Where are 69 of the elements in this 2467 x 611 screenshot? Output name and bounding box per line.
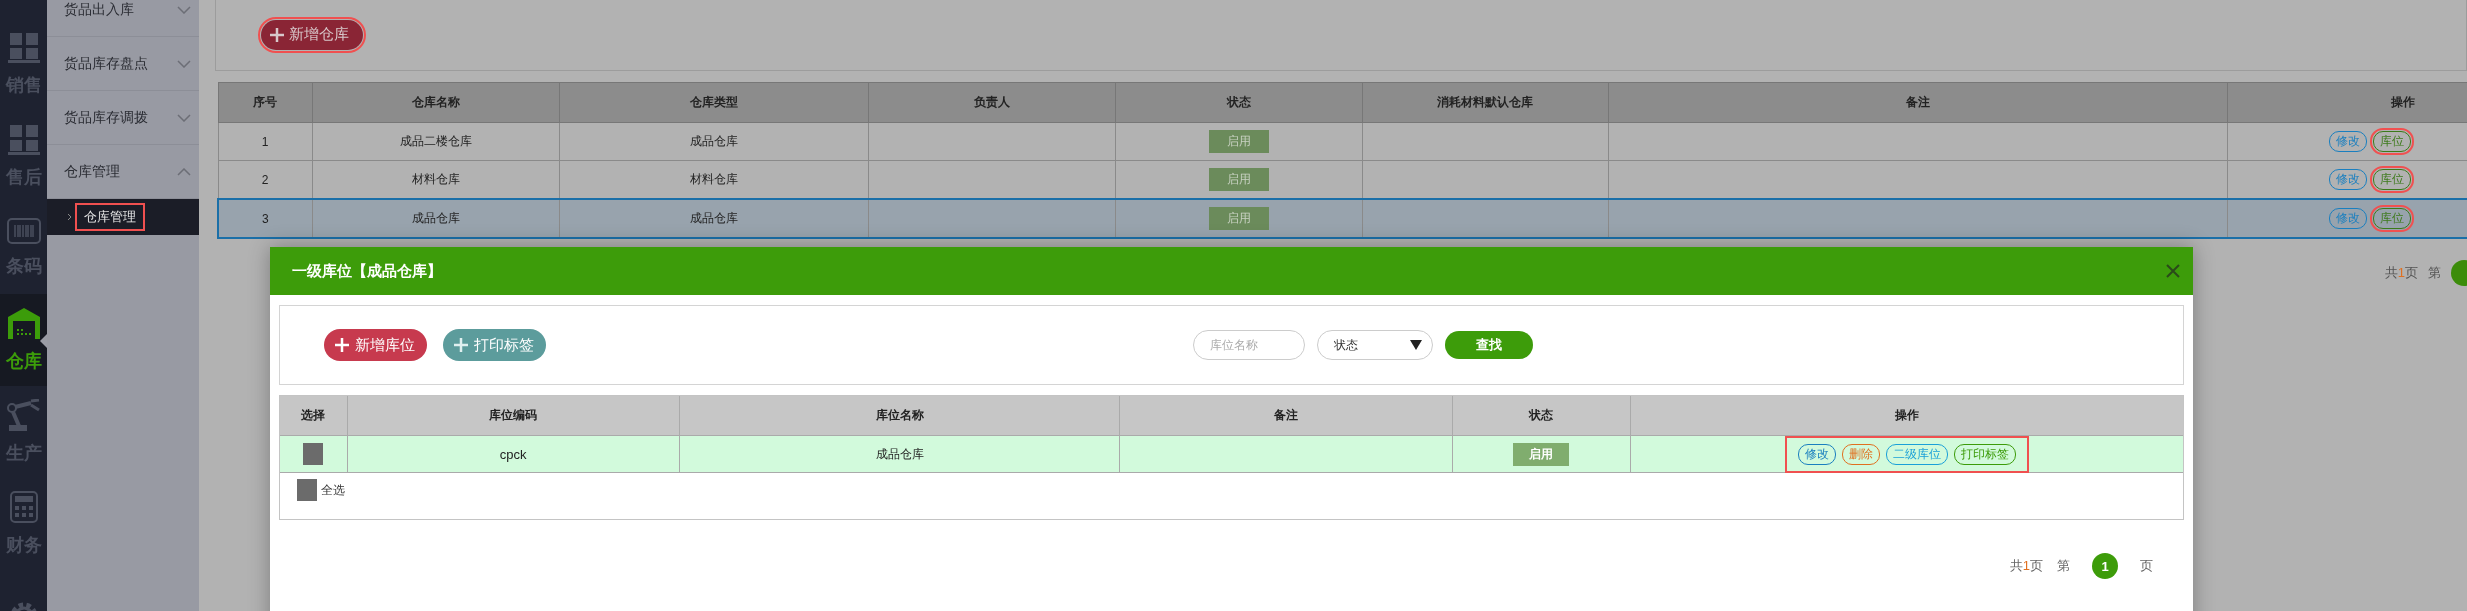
plus-icon xyxy=(453,337,469,353)
table-cell: 2 xyxy=(218,160,312,199)
chevron-down-icon xyxy=(177,113,191,122)
status-badge: 启用 xyxy=(1208,130,1269,153)
delete-button[interactable]: 删除 xyxy=(1841,443,1880,465)
calculator-icon xyxy=(9,491,38,523)
print-label-button[interactable]: 打印标签 xyxy=(443,329,546,361)
page-button[interactable]: 1 xyxy=(2092,553,2118,579)
column-header: 选择 xyxy=(280,396,348,436)
table-cell: 成品仓库 xyxy=(559,199,868,238)
robot-arm-icon xyxy=(6,399,41,431)
column-header: 库位名称 xyxy=(679,396,1120,436)
edit-button[interactable]: 修改 xyxy=(1797,443,1836,465)
chevron-up-icon xyxy=(177,167,191,176)
column-header: 库位编码 xyxy=(347,396,680,436)
add-warehouse-button[interactable]: 新增仓库 xyxy=(261,19,363,50)
status-badge: 启用 xyxy=(1208,168,1269,191)
column-header: 状态 xyxy=(1452,396,1631,436)
location-button[interactable]: 库位 xyxy=(2372,169,2411,190)
boxes-icon xyxy=(7,123,40,155)
nav-item[interactable]: 仓库 xyxy=(0,294,47,386)
column-header: 消耗材料默认仓库 xyxy=(1362,82,1608,123)
table-cell: 3 xyxy=(218,199,312,238)
page-label: 第 xyxy=(2057,557,2070,575)
plus-icon xyxy=(269,26,285,43)
page-count: 共1页 xyxy=(2384,264,2418,282)
column-header: 仓库类型 xyxy=(559,82,868,123)
status-badge: 启用 xyxy=(1513,442,1570,466)
column-header: 序号 xyxy=(218,82,312,123)
barcode-icon xyxy=(6,218,41,244)
column-header: 状态 xyxy=(1115,82,1362,123)
print-label-button[interactable]: 打印标签 xyxy=(1953,443,2016,465)
table-cell: 成品仓库 xyxy=(679,435,1120,473)
table-cell: 成品仓库 xyxy=(559,122,868,161)
search-field[interactable]: 库位名称 xyxy=(1193,330,1305,360)
chevron-right-icon xyxy=(67,213,72,221)
boxes-icon xyxy=(7,31,40,63)
warehouse-icon xyxy=(7,307,40,339)
edit-button[interactable]: 修改 xyxy=(2328,131,2367,152)
page-label: 第 xyxy=(2428,264,2441,282)
location-button[interactable]: 库位 xyxy=(2372,208,2411,229)
column-header: 操作 xyxy=(2227,82,2467,123)
dialog-title: 一级库位【成品仓库】 xyxy=(292,261,442,281)
table-cell: 1 xyxy=(218,122,312,161)
page-label: 页 xyxy=(2140,557,2153,575)
table-cell: 成品二楼仓库 xyxy=(312,122,559,161)
plus-icon xyxy=(334,337,350,353)
column-header: 备注 xyxy=(1119,396,1453,436)
edit-button[interactable]: 修改 xyxy=(2328,208,2367,229)
column-header: 操作 xyxy=(1630,396,2183,436)
column-header: 仓库名称 xyxy=(312,82,559,123)
table-cell: 成品仓库 xyxy=(312,199,559,238)
dropdown-arrow-icon xyxy=(1410,340,1422,350)
find-button[interactable]: 查找 xyxy=(1445,331,1533,359)
close-button[interactable] xyxy=(2165,263,2181,279)
page-count: 共1页 xyxy=(2009,557,2043,575)
chevron-down-icon xyxy=(177,5,191,14)
edit-button[interactable]: 修改 xyxy=(2328,169,2367,190)
column-header: 备注 xyxy=(1608,82,2227,123)
select-all-checkbox[interactable] xyxy=(297,479,317,501)
chevron-down-icon xyxy=(177,59,191,68)
sub-location-button[interactable]: 二级库位 xyxy=(1885,443,1948,465)
column-header: 负责人 xyxy=(868,82,1115,123)
location-button[interactable]: 库位 xyxy=(2372,131,2411,152)
add-location-button[interactable]: 新增库位 xyxy=(324,329,427,361)
row-checkbox[interactable] xyxy=(303,443,324,465)
status-badge: 启用 xyxy=(1208,207,1269,230)
select-all-label: 全选 xyxy=(321,481,345,499)
table-cell: cpck xyxy=(347,435,680,473)
